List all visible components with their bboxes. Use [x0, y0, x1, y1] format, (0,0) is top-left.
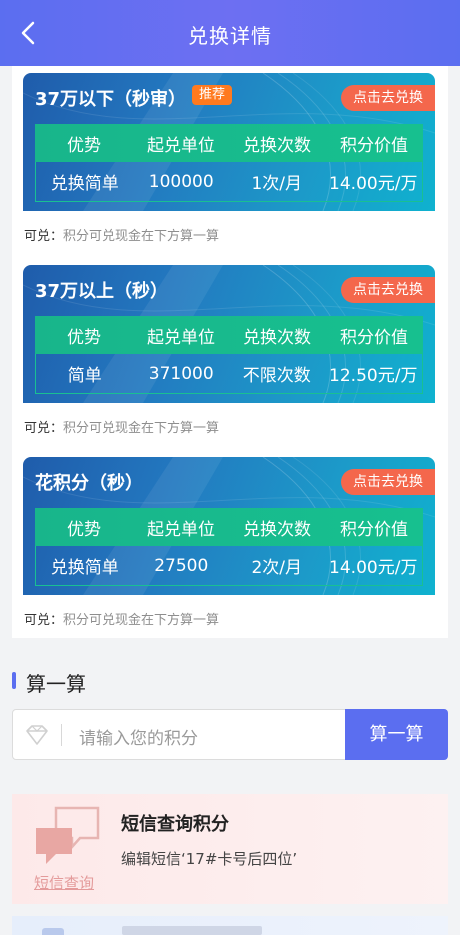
table-cell: 兑换简单: [50, 174, 119, 194]
calc-form: 请输入您的积分 算一算: [12, 709, 448, 760]
go-exchange-button[interactable]: 点击去兑换: [341, 277, 435, 303]
note-text: 积分可兑现金在下方算一算: [63, 421, 220, 436]
go-exchange-button[interactable]: 点击去兑换: [341, 469, 435, 495]
chat-bubbles-icon: [36, 806, 100, 864]
points-input[interactable]: 请输入您的积分: [12, 709, 346, 760]
table-cell: 100000: [148, 171, 214, 192]
card-note: 可兑：积分可兑现金在下方算一算: [24, 609, 219, 628]
table-cell: 14.00元/万: [329, 558, 418, 578]
exchange-card-hua-points: 花积分（秒） 点击去兑换 优势 起兑单位 兑换次数 积分价值 兑换简单 2750…: [23, 457, 435, 595]
table-header-row: 优势 起兑单位 兑换次数 积分价值: [35, 124, 423, 162]
table-cell: 2次/月: [251, 558, 303, 578]
section-title: 算一算: [26, 672, 86, 696]
card-title: 37万以下（秒审）: [35, 89, 187, 110]
table-header: 优势: [67, 519, 101, 540]
rate-table: 优势 起兑单位 兑换次数 积分价值 兑换简单 100000 1次/月 14.00…: [35, 124, 423, 202]
input-placeholder: 请输入您的积分: [79, 729, 198, 749]
recommend-badge: 推荐: [192, 85, 233, 105]
table-row: 简单 371000 不限次数 12.50元/万: [35, 354, 423, 394]
table-header: 积分价值: [340, 327, 408, 348]
table-header: 积分价值: [340, 135, 408, 156]
rate-table: 优势 起兑单位 兑换次数 积分价值 简单 371000 不限次数 12.50元/…: [35, 316, 423, 394]
go-exchange-button[interactable]: 点击去兑换: [341, 85, 435, 111]
page-title: 兑换详情: [188, 24, 272, 48]
note-label: 可兑：: [24, 613, 64, 628]
table-cell: 兑换简单: [50, 558, 119, 578]
sms-query-card[interactable]: 短信查询 短信查询积分 编辑短信‘17#卡号后四位’: [12, 794, 448, 904]
table-cell: 简单: [67, 366, 102, 386]
table-row: 兑换简单 100000 1次/月 14.00元/万: [35, 162, 423, 202]
rate-table: 优势 起兑单位 兑换次数 积分价值 兑换简单 27500 2次/月 14.00元…: [35, 508, 423, 586]
table-header: 起兑单位: [147, 519, 215, 540]
note-label: 可兑：: [24, 421, 64, 436]
exchange-panel: 37万以下（秒审） 推荐 点击去兑换 优势 起兑单位 兑换次数 积分价值 兑换简…: [12, 66, 448, 638]
table-header-row: 优势 起兑单位 兑换次数 积分价值: [35, 508, 423, 546]
table-header: 兑换次数: [243, 519, 311, 540]
input-divider: [61, 724, 62, 746]
table-row: 兑换简单 27500 2次/月 14.00元/万: [35, 546, 423, 586]
partial-title: [122, 926, 262, 935]
sms-description: 编辑短信‘17#卡号后四位’: [121, 850, 298, 868]
note-label: 可兑：: [24, 229, 64, 244]
table-cell: 14.00元/万: [329, 174, 418, 194]
card-note: 可兑：积分可兑现金在下方算一算: [24, 417, 219, 436]
calculate-button[interactable]: 算一算: [345, 709, 448, 760]
table-cell: 12.50元/万: [329, 366, 418, 386]
section-accent-bar: [12, 672, 16, 689]
sms-query-link[interactable]: 短信查询: [34, 872, 94, 893]
table-cell: 27500: [154, 555, 209, 576]
note-text: 积分可兑现金在下方算一算: [63, 229, 220, 244]
table-header: 兑换次数: [243, 135, 311, 156]
note-text: 积分可兑现金在下方算一算: [63, 613, 220, 628]
table-header: 兑换次数: [243, 327, 311, 348]
card-note: 可兑：积分可兑现金在下方算一算: [24, 225, 219, 244]
partial-icon: [42, 928, 64, 935]
table-header: 优势: [67, 135, 101, 156]
table-header: 优势: [67, 327, 101, 348]
next-card-partial: [12, 916, 448, 935]
table-header: 积分价值: [340, 519, 408, 540]
card-title: 花积分（秒）: [35, 473, 143, 494]
exchange-card-under-37w: 37万以下（秒审） 推荐 点击去兑换 优势 起兑单位 兑换次数 积分价值 兑换简…: [23, 73, 435, 211]
table-header-row: 优势 起兑单位 兑换次数 积分价值: [35, 316, 423, 354]
card-title: 37万以上（秒）: [35, 281, 169, 302]
diamond-icon: [26, 725, 48, 745]
table-header: 起兑单位: [147, 135, 215, 156]
table-cell: 371000: [148, 363, 214, 384]
exchange-card-over-37w: 37万以上（秒） 点击去兑换 优势 起兑单位 兑换次数 积分价值 简单 3710…: [23, 265, 435, 403]
nav-bar: 兑换详情: [0, 0, 460, 66]
sms-title: 短信查询积分: [121, 814, 229, 835]
table-cell: 不限次数: [242, 366, 311, 386]
table-cell: 1次/月: [251, 174, 303, 194]
table-header: 起兑单位: [147, 327, 215, 348]
